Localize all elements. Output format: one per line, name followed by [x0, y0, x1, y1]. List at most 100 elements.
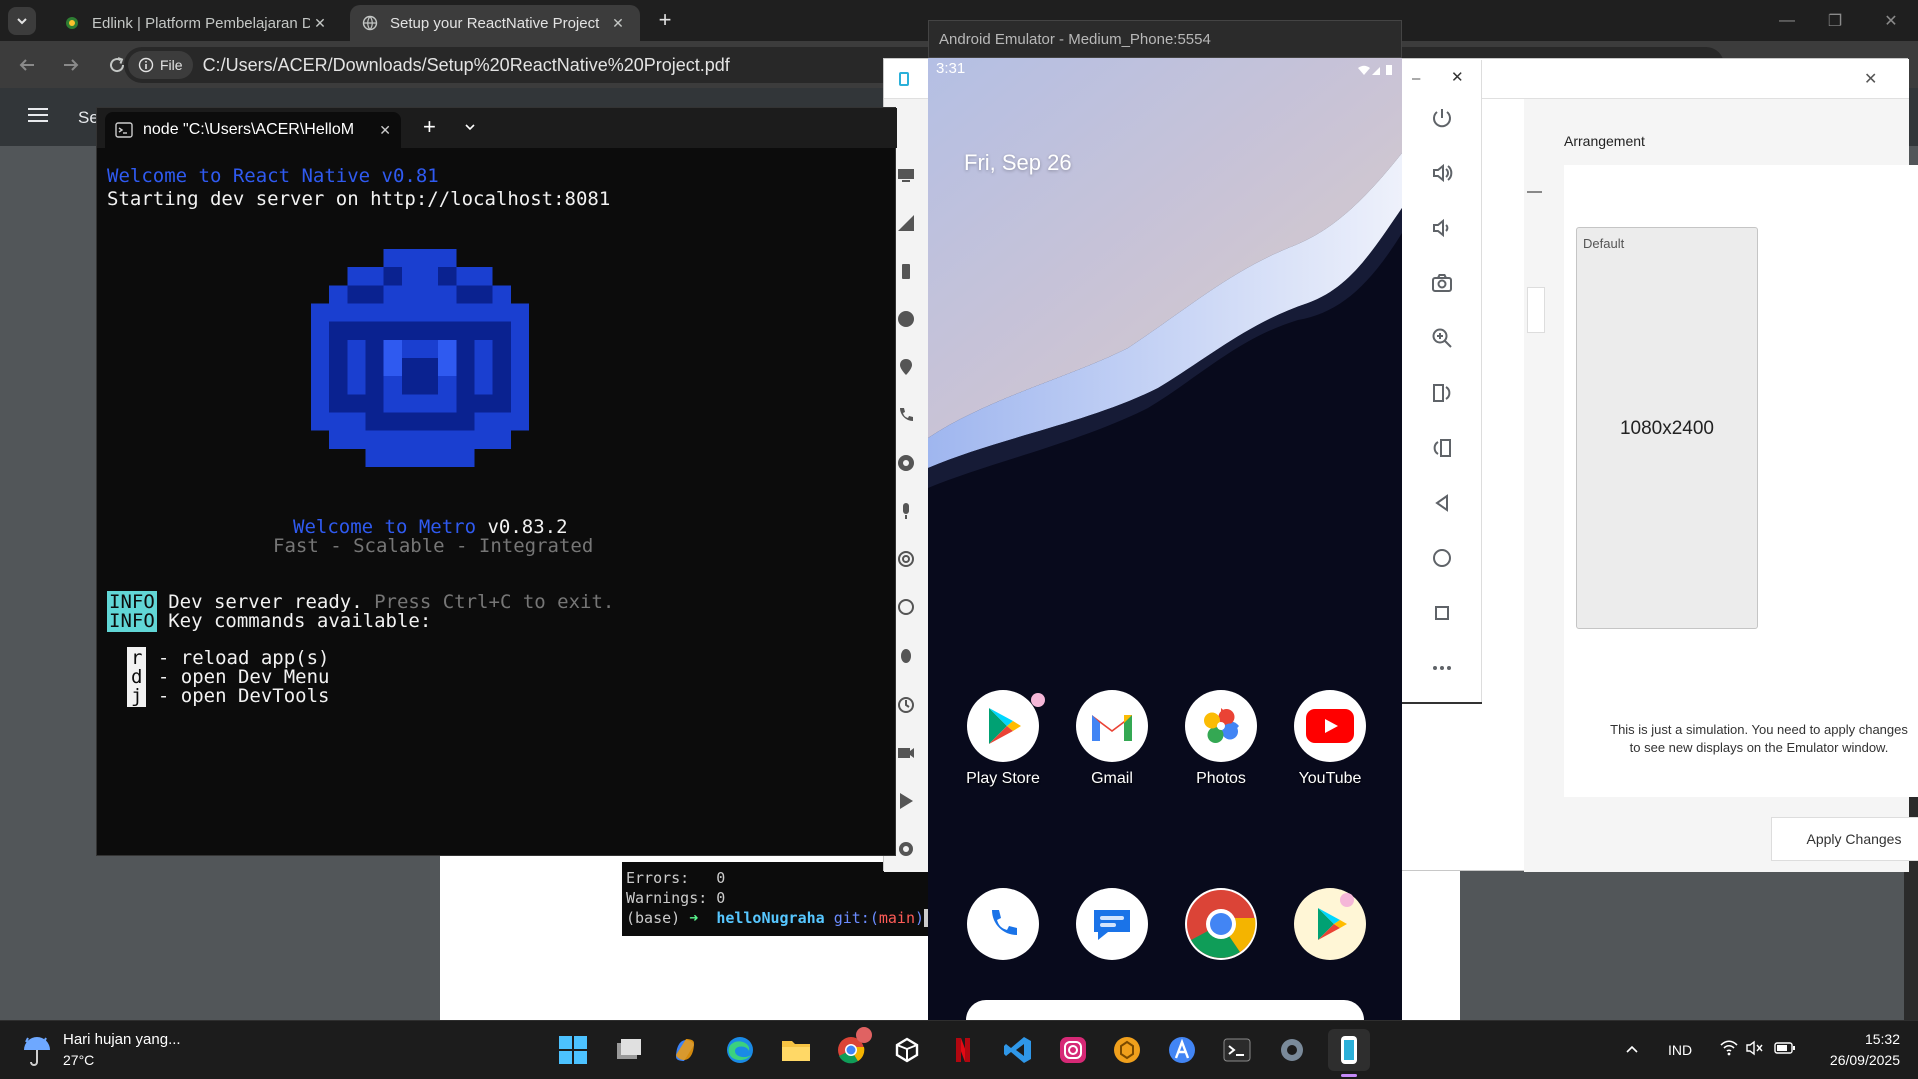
- volume-up-button[interactable]: [1422, 153, 1462, 193]
- cellular-icon[interactable]: [896, 213, 916, 233]
- terminal-tab[interactable]: node "C:\Users\ACER\HelloM ✕: [105, 112, 401, 148]
- zoom-button[interactable]: [1422, 318, 1462, 358]
- battery-button[interactable]: [1774, 1040, 1796, 1056]
- restore-button[interactable]: ❐: [1812, 6, 1858, 36]
- slider-handle[interactable]: [1527, 287, 1545, 333]
- messages-app[interactable]: [1067, 888, 1157, 960]
- volume-button[interactable]: [1746, 1040, 1764, 1056]
- key-desc: - open DevTools: [146, 685, 330, 707]
- battery-icon[interactable]: [896, 261, 916, 281]
- apply-changes-button[interactable]: Apply Changes: [1771, 817, 1918, 861]
- unity-button[interactable]: [892, 1035, 922, 1065]
- tab-setup-react-native[interactable]: Setup your ReactNative Project ✕: [350, 5, 640, 41]
- new-tab-button[interactable]: +: [654, 9, 676, 32]
- google-search-bar[interactable]: [966, 1000, 1364, 1020]
- minimize-button[interactable]: —: [1764, 6, 1810, 36]
- clock-date[interactable]: 26/09/2025: [1800, 1052, 1900, 1068]
- settings-gear-icon: [1281, 1039, 1303, 1061]
- bug-report-icon[interactable]: [896, 645, 916, 665]
- language-indicator[interactable]: IND: [1668, 1042, 1692, 1058]
- windows-terminal-button[interactable]: [1222, 1035, 1252, 1065]
- app-label: Play Store: [966, 770, 1040, 787]
- start-button[interactable]: [558, 1035, 588, 1065]
- terminal-output[interactable]: Welcome to React Native v0.81 Starting d…: [97, 148, 897, 857]
- chevron-down-icon: [465, 124, 475, 131]
- cube-icon: [895, 1037, 919, 1063]
- settings-gear-icon[interactable]: [896, 839, 916, 859]
- rotary-input-icon[interactable]: [896, 597, 916, 617]
- gmail-app[interactable]: Gmail: [1067, 690, 1157, 788]
- task-view-button[interactable]: [614, 1035, 644, 1065]
- play-games-app[interactable]: [1285, 888, 1375, 960]
- rotate-right-icon: [1433, 439, 1451, 457]
- fingerprint-icon[interactable]: [896, 549, 916, 569]
- pdf-menu-button[interactable]: [28, 106, 50, 124]
- close-window-button[interactable]: ✕: [1868, 6, 1914, 36]
- virtual-sensors-icon[interactable]: [896, 453, 916, 473]
- emulator-app-icon: [899, 72, 909, 86]
- overview-nav-button[interactable]: [1422, 593, 1462, 633]
- emulator-toolbar: – ✕: [1402, 60, 1482, 704]
- android-studio-button[interactable]: [1167, 1035, 1197, 1065]
- brave-button[interactable]: [1112, 1035, 1142, 1065]
- back-nav-button[interactable]: [1422, 483, 1462, 523]
- phone-app[interactable]: [958, 888, 1048, 960]
- network-button[interactable]: [1720, 1040, 1738, 1056]
- home-date[interactable]: Fri, Sep 26: [964, 150, 1072, 176]
- record-screen-icon[interactable]: [896, 743, 916, 763]
- terminal-dropdown-button[interactable]: [463, 120, 477, 134]
- overview-square-icon: [1435, 606, 1449, 620]
- chrome-app[interactable]: [1176, 888, 1266, 960]
- back-triangle-icon: [1435, 494, 1448, 512]
- show-hidden-icons-button[interactable]: [1624, 1041, 1640, 1057]
- location-icon[interactable]: [896, 357, 916, 377]
- tab-edlink[interactable]: Edlink | Platform Pembelajaran Daring ✕: [52, 5, 342, 41]
- android-home-screen[interactable]: 3:31 Fri, Sep 26 Play Store Gmail Photos…: [928, 58, 1402, 1020]
- rotate-left-button[interactable]: [1422, 373, 1462, 413]
- back-button[interactable]: [12, 50, 42, 80]
- close-extended-controls-button[interactable]: ✕: [1864, 69, 1877, 89]
- emulator-taskbar-button[interactable]: [1328, 1029, 1370, 1071]
- copilot-button[interactable]: [670, 1035, 700, 1065]
- edge-button[interactable]: [725, 1035, 755, 1065]
- google-play-icon[interactable]: [896, 791, 916, 811]
- pdf-terminal-snippet: Errors: 0 Warnings: 0 (base) ➜ helloNugrah…: [622, 862, 934, 936]
- close-terminal-tab-icon[interactable]: ✕: [379, 122, 391, 139]
- tab-title: Edlink | Platform Pembelajaran Daring: [92, 14, 310, 32]
- close-tab-icon[interactable]: ✕: [608, 13, 628, 33]
- photos-app[interactable]: Photos: [1176, 690, 1266, 788]
- displays-icon[interactable]: [896, 165, 916, 185]
- arrangement-heading: Arrangement: [1564, 133, 1645, 149]
- rn-welcome-line: Welcome to React Native v0.81: [107, 165, 439, 187]
- power-button[interactable]: [1422, 98, 1462, 138]
- vscode-button[interactable]: [1003, 1035, 1033, 1065]
- home-nav-button[interactable]: [1422, 538, 1462, 578]
- tab-search-button[interactable]: [8, 7, 36, 35]
- new-terminal-tab-button[interactable]: +: [423, 114, 436, 140]
- phone-icon[interactable]: [896, 405, 916, 425]
- volume-down-button[interactable]: [1422, 208, 1462, 248]
- weather-widget[interactable]: [20, 1034, 54, 1068]
- close-tab-icon[interactable]: ✕: [310, 13, 330, 33]
- display-preview[interactable]: Default 1080x2400: [1576, 227, 1758, 629]
- screenshot-button[interactable]: [1422, 263, 1462, 303]
- file-explorer-button[interactable]: [780, 1035, 812, 1065]
- emulator-close-button[interactable]: ✕: [1451, 68, 1464, 86]
- camera-shutter-icon[interactable]: [896, 309, 916, 329]
- netflix-button[interactable]: [948, 1035, 978, 1065]
- settings-button[interactable]: [1277, 1035, 1307, 1065]
- instagram-button[interactable]: [1058, 1035, 1088, 1065]
- app-label: Photos: [1196, 770, 1246, 787]
- rotate-right-button[interactable]: [1422, 428, 1462, 468]
- snapshots-icon[interactable]: [896, 695, 916, 715]
- errors-line: Errors: 0: [626, 869, 726, 887]
- more-button[interactable]: [1422, 648, 1462, 688]
- youtube-app[interactable]: YouTube: [1285, 690, 1375, 788]
- microphone-icon[interactable]: [896, 501, 916, 521]
- clock-time[interactable]: 15:32: [1820, 1031, 1900, 1047]
- info-line-2: INFO Key commands available:: [107, 610, 431, 633]
- emulator-minimize-button[interactable]: –: [1412, 70, 1420, 87]
- forward-button[interactable]: [56, 50, 86, 80]
- site-info-chip[interactable]: File: [128, 51, 193, 79]
- metro-logo-icon: [311, 249, 529, 467]
